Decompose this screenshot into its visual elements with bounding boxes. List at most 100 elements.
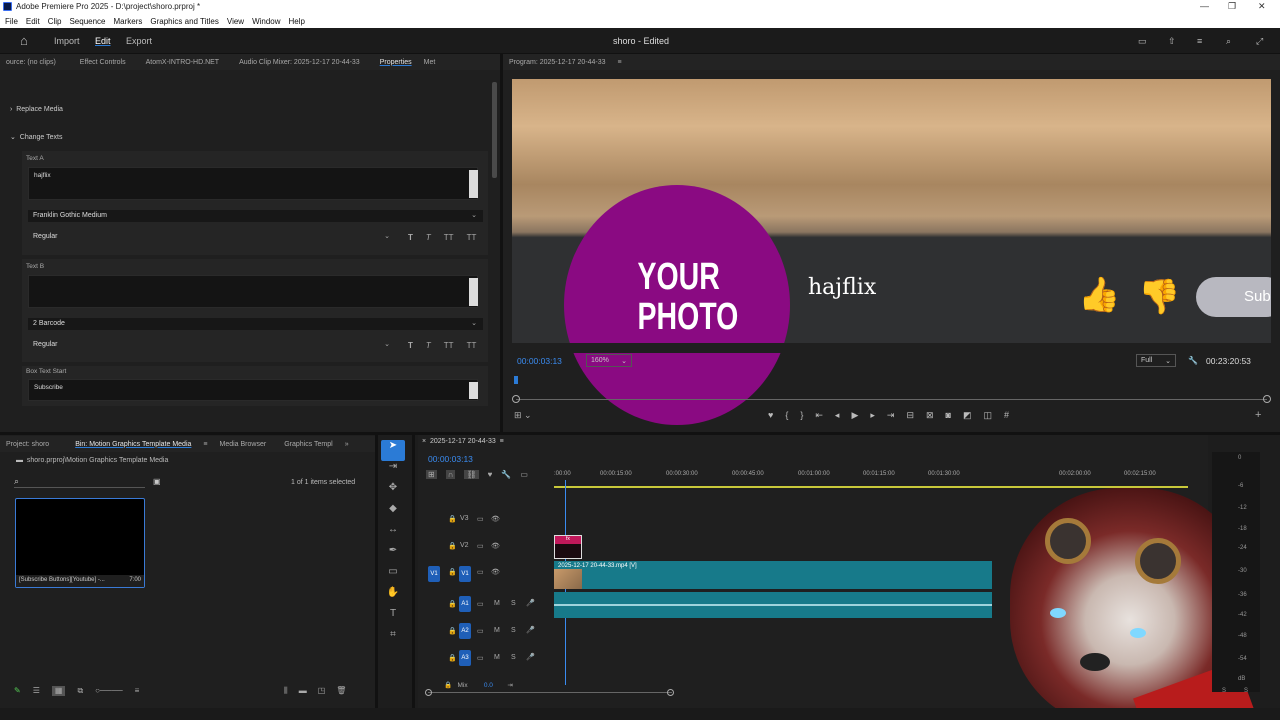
menu-graphics[interactable]: Graphics and Titles [150, 17, 218, 26]
program-playhead[interactable] [514, 376, 518, 384]
allcaps-button[interactable]: TT [444, 233, 454, 242]
add-marker-icon[interactable]: ♥ [488, 470, 493, 479]
meter-solo-left[interactable]: S [1222, 688, 1226, 694]
menu-icon[interactable]: ≡ [1197, 36, 1202, 46]
list-view-icon[interactable]: ☰ [33, 686, 40, 696]
menu-markers[interactable]: Markers [114, 17, 143, 26]
tab-project[interactable]: Project: shoro [0, 441, 55, 448]
razor-tool-icon[interactable]: ◆ [381, 503, 405, 524]
mic-icon[interactable]: 🎤 [526, 626, 535, 634]
mic-icon[interactable]: 🎤 [526, 653, 535, 661]
eye-icon[interactable]: 👁 [491, 568, 500, 576]
menu-clip[interactable]: Clip [48, 17, 62, 26]
workspaces-icon[interactable]: ▭ [1138, 36, 1147, 47]
lock-icon[interactable]: 🔒 [448, 654, 457, 662]
source-patch-v1[interactable]: V1 [428, 566, 440, 582]
mark-in-icon[interactable]: { [785, 410, 788, 421]
zoom-slider-icon[interactable]: ○──── [95, 686, 123, 696]
bin-menu-icon[interactable]: ≡ [197, 441, 213, 448]
wrench-icon[interactable]: 🔧 [1188, 356, 1198, 365]
nest-icon[interactable]: ⊞ [426, 470, 437, 479]
step-forward-icon[interactable]: ▸ [870, 410, 875, 421]
timeline-tab[interactable]: × 2025-12-17 20-44-33 ≡ [422, 438, 504, 445]
change-texts-section[interactable]: ⌄ Change Texts [10, 133, 62, 141]
go-to-out-icon[interactable]: ⇥ [887, 410, 895, 421]
zoom-dropdown[interactable]: 160% ⌄ [586, 354, 632, 367]
sync-lock-icon[interactable]: ▭ [477, 542, 484, 550]
lift-icon[interactable]: ⊟ [906, 410, 914, 421]
tab-media-browser[interactable]: Media Browser [214, 441, 273, 448]
tab-properties[interactable]: Properties [366, 59, 418, 66]
new-bin-icon[interactable]: ▣ [153, 477, 161, 486]
maximize-button[interactable]: ❐ [1228, 1, 1236, 12]
sync-lock-icon[interactable]: ▭ [477, 654, 484, 662]
solo-button[interactable]: S [511, 627, 516, 634]
share-icon[interactable]: ⇧ [1168, 36, 1176, 47]
trash-icon[interactable]: 🗑 [336, 686, 346, 696]
lock-icon[interactable]: 🔒 [448, 568, 457, 576]
mark-out-icon[interactable]: } [800, 410, 803, 421]
type-tool-icon[interactable]: T [381, 608, 405, 629]
tab-atomx[interactable]: AtomX-INTRO-HD.NET [132, 59, 226, 66]
menu-edit[interactable]: Edit [26, 17, 40, 26]
hand-tool-icon[interactable]: ✋ [381, 587, 405, 608]
allcaps-button[interactable]: TT [444, 341, 454, 350]
text-b-scrollbar[interactable] [469, 278, 478, 306]
lock-icon[interactable]: 🔒 [448, 515, 457, 523]
tab-audio-clip-mixer[interactable]: Audio Clip Mixer: 2025-12-17 20-44-33 [225, 59, 366, 66]
go-to-end-icon[interactable]: ⇥ [507, 682, 512, 689]
horizontal-divider[interactable] [0, 432, 1280, 435]
tab-graphics-templates[interactable]: Graphics Templ [272, 441, 339, 448]
mix-value[interactable]: 0.0 [484, 682, 493, 689]
video-clip-v1[interactable]: 2025-12-17 20-44-33.mp4 [V] [554, 561, 992, 589]
sync-lock-icon[interactable]: ▭ [477, 600, 484, 608]
sync-lock-icon[interactable]: ▭ [477, 515, 484, 523]
minimize-button[interactable]: — [1200, 1, 1209, 11]
track-label-a3[interactable]: A3 [459, 650, 471, 666]
text-a-input[interactable]: hajflix [28, 167, 478, 200]
mogrt-clip[interactable]: fx [554, 535, 582, 559]
smallcaps-button[interactable]: TT [467, 341, 477, 350]
bold-button[interactable]: T [408, 233, 413, 242]
edit-tab[interactable]: Edit [95, 36, 111, 46]
mute-button[interactable]: M [494, 600, 500, 607]
linked-selection-icon[interactable]: ⛓ [464, 470, 479, 479]
camera-icon[interactable]: ◙ [946, 410, 951, 421]
search-icon[interactable]: ⌕ [1226, 36, 1231, 47]
track-label-a1[interactable]: A1 [459, 596, 471, 612]
menu-sequence[interactable]: Sequence [69, 17, 105, 26]
step-back-icon[interactable]: ◂ [835, 410, 840, 421]
comparison-icon[interactable]: ◩ [963, 410, 972, 421]
menu-window[interactable]: Window [252, 17, 280, 26]
replace-media-section[interactable]: › Replace Media [10, 106, 63, 113]
close-button[interactable]: ✕ [1258, 1, 1266, 12]
zoom-scrollbar[interactable] [516, 399, 1267, 400]
track-select-tool-icon[interactable]: ⇥ [381, 461, 405, 482]
timeline-scroll-handle-right[interactable] [667, 689, 674, 696]
vr-icon[interactable]: ◫ [984, 410, 993, 421]
menu-file[interactable]: File [5, 17, 18, 26]
solo-button[interactable]: S [511, 654, 516, 661]
timeline-scroll-handle-left[interactable] [425, 689, 432, 696]
mute-button[interactable]: M [494, 627, 500, 634]
tab-metadata[interactable]: Met [418, 59, 442, 66]
extract-icon[interactable]: ⊠ [926, 410, 934, 421]
tab-bin[interactable]: Bin: Motion Graphics Template Media [55, 441, 197, 448]
captions-icon[interactable]: ▭ [520, 470, 528, 479]
meter-solo-right[interactable]: S [1244, 688, 1248, 694]
text-b-font-dropdown[interactable]: 2 Barcode ⌄ [28, 318, 483, 330]
icon-view-icon[interactable]: ▦ [51, 686, 66, 696]
bold-button[interactable]: T [408, 341, 413, 350]
new-item-icon[interactable]: ◳ [318, 686, 326, 696]
panel-scrollbar[interactable] [492, 82, 497, 178]
text-b-style-dropdown[interactable]: Regular ⌄ [28, 339, 396, 351]
vertical-divider-tools[interactable] [412, 432, 415, 720]
text-a-font-dropdown[interactable]: Franklin Gothic Medium ⌄ [28, 210, 483, 222]
mic-icon[interactable]: 🎤 [526, 599, 535, 607]
lock-icon[interactable]: 🔒 [448, 627, 457, 635]
timeline-timecode[interactable]: 00:00:03:13 [428, 454, 473, 464]
play-icon[interactable]: ▶ [851, 410, 858, 421]
slip-tool-icon[interactable]: ↔ [381, 524, 405, 545]
sort-icon[interactable]: ≡ [135, 686, 140, 696]
tabs-overflow-icon[interactable]: » [339, 441, 355, 448]
